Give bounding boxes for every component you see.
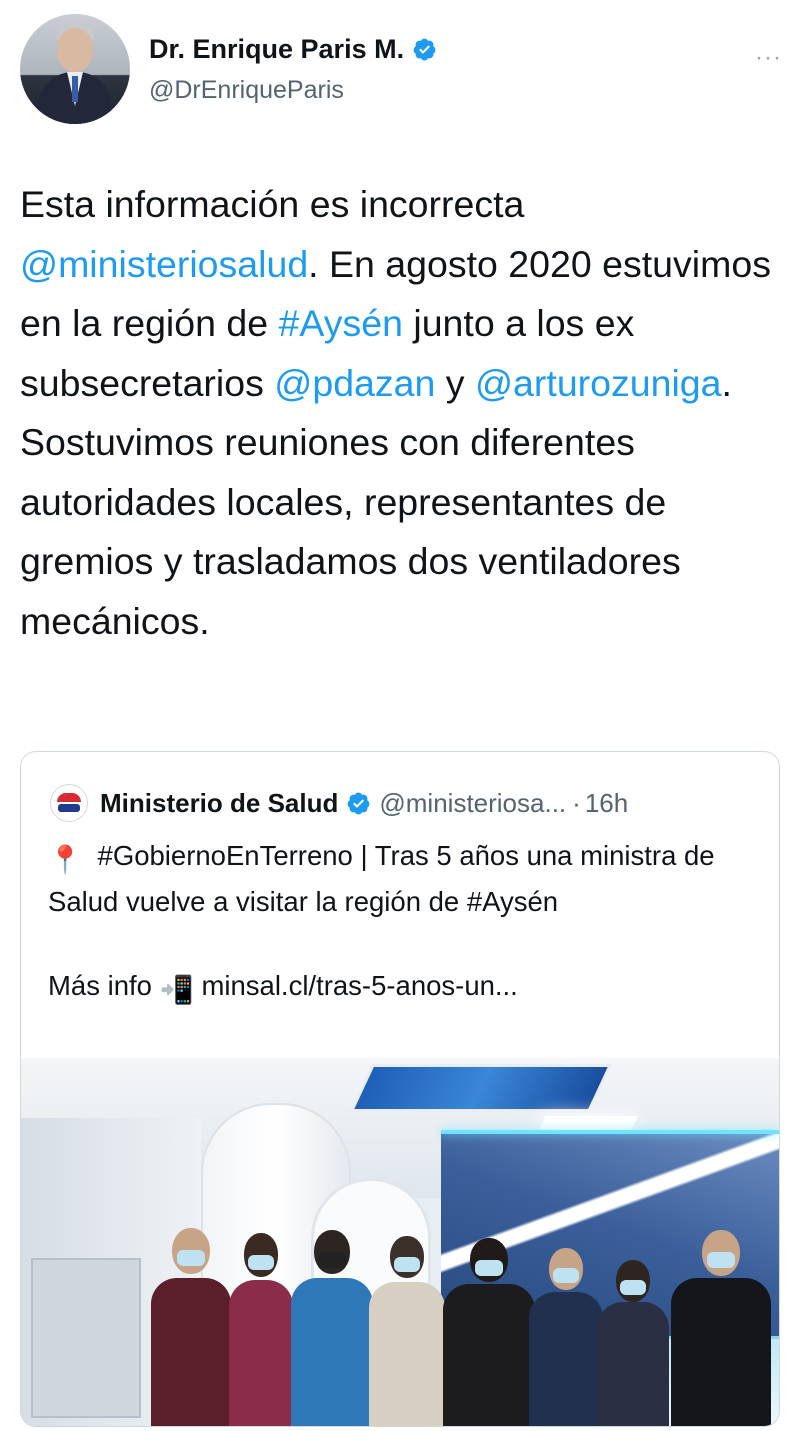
mobile-phone-arrow-icon: 📲 [159, 974, 194, 1005]
author-name[interactable]: Dr. Enrique Paris M. [149, 34, 404, 65]
photo-person [443, 1238, 535, 1426]
photo-skylight [349, 1064, 613, 1112]
quoted-tweet-line: 📍 #GobiernoEnTerreno | Tras 5 años una m… [48, 835, 748, 923]
quoted-tweet-card[interactable]: Ministerio de Salud @ministeriosa... · 1… [20, 751, 780, 1427]
tweet-text: Esta información es incorrecta @minister… [20, 175, 780, 651]
verified-badge-icon [347, 792, 370, 814]
tweet-header: Dr. Enrique Paris M. @DrEnriqueParis ··· [18, 12, 782, 127]
photo-person [151, 1228, 231, 1426]
photo-person [229, 1233, 293, 1426]
quoted-tweet-header: Ministerio de Salud @ministeriosa... · 1… [50, 784, 628, 822]
mention-pdazan-link[interactable]: @pdazan [274, 362, 435, 404]
quoted-tweet-text: 📍 #GobiernoEnTerreno | Tras 5 años una m… [48, 835, 748, 1011]
person-body [369, 1282, 445, 1426]
person-mask [394, 1257, 420, 1272]
tweet-text-segment: Esta información es incorrecta [20, 183, 525, 225]
more-options-icon[interactable]: ··· [755, 44, 782, 72]
photo-person [291, 1230, 373, 1426]
hashtag-aysen-link[interactable]: #Aysén [279, 302, 403, 344]
person-body [529, 1292, 603, 1426]
mention-arturozuniga-link[interactable]: @arturozuniga [475, 362, 722, 404]
quoted-author-name[interactable]: Ministerio de Salud [100, 788, 338, 819]
author-name-row[interactable]: Dr. Enrique Paris M. [149, 34, 437, 65]
person-body [229, 1280, 293, 1426]
avatar-face [57, 28, 93, 72]
person-body [671, 1278, 771, 1426]
photo-person [529, 1248, 603, 1426]
person-mask [707, 1252, 735, 1268]
person-mask [177, 1250, 205, 1266]
quoted-tweet-more-line: Más info 📲 minsal.cl/tras-5-anos-un... [48, 965, 748, 1011]
quoted-tweet-url[interactable]: minsal.cl/tras-5-anos-un... [201, 970, 517, 1001]
photo-person [597, 1260, 669, 1426]
tweet-text-segment: y [435, 361, 475, 404]
quoted-author-handle[interactable]: @ministeriosa... [379, 788, 566, 819]
avatar-tie [72, 76, 78, 102]
more-info-label: Más info [48, 970, 152, 1001]
quoted-tweet-body: #GobiernoEnTerreno | Tras 5 años una min… [48, 840, 715, 917]
quoted-author-avatar[interactable] [50, 784, 88, 822]
person-body [151, 1278, 231, 1426]
verified-badge-icon [413, 38, 436, 61]
photo-equipment-cart [31, 1258, 141, 1418]
person-mask [620, 1280, 646, 1295]
person-body [291, 1278, 373, 1426]
quoted-tweet-timestamp[interactable]: 16h [585, 788, 628, 819]
pin-icon: 📍 [48, 844, 83, 875]
separator-dot: · [572, 787, 581, 818]
quoted-tweet-photo[interactable] [21, 1058, 779, 1426]
photo-group-of-people [131, 1223, 779, 1426]
photo-person [369, 1236, 445, 1426]
person-body [597, 1302, 669, 1426]
author-handle[interactable]: @DrEnriqueParis [149, 76, 344, 105]
person-body [443, 1284, 535, 1426]
person-mask [248, 1255, 274, 1270]
author-avatar[interactable] [20, 14, 130, 124]
mention-ministeriosalud-link[interactable]: @ministeriosalud [20, 243, 308, 285]
person-mask [475, 1260, 503, 1276]
photo-person [671, 1230, 771, 1426]
photo-led-strip [441, 1130, 779, 1134]
person-mask [553, 1268, 579, 1283]
person-mask [318, 1252, 346, 1268]
